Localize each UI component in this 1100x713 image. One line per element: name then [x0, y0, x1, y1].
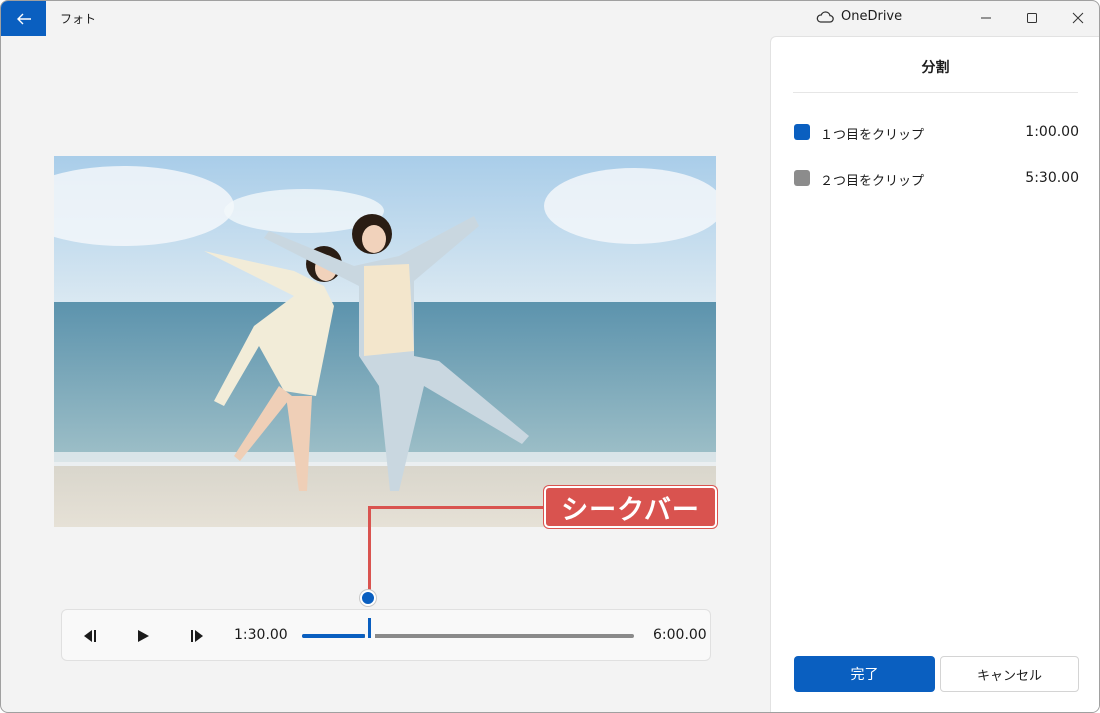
clip-row-2: ２つ目をクリップ 5:30.00 [794, 168, 1079, 189]
beach-photo-image [54, 156, 716, 527]
seek-bar-knob[interactable] [360, 590, 376, 606]
minimize-button[interactable] [963, 1, 1009, 35]
play-button[interactable] [132, 626, 154, 646]
seek-bar-handle[interactable] [368, 618, 371, 638]
clip-1-color-swatch [794, 124, 810, 140]
seekbar-callout-label: シークバー [544, 486, 717, 528]
maximize-icon [1027, 13, 1037, 23]
close-icon [1072, 12, 1084, 24]
onedrive-status[interactable]: OneDrive [816, 9, 902, 24]
cloud-icon [816, 10, 834, 23]
step-back-icon [84, 630, 96, 642]
total-time: 6:00.00 [653, 627, 707, 643]
callout-connector-horizontal [368, 506, 548, 509]
video-preview [54, 156, 716, 527]
playback-controls: 1:30.00 6:00.00 [61, 609, 711, 661]
clip-row-1: １つ目をクリップ 1:00.00 [794, 122, 1079, 143]
clip-1-label: １つ目をクリップ [820, 128, 925, 143]
photos-app-window: フォト OneDrive シークバー 1:30.00 6:00.00 分割 １つ… [0, 0, 1100, 713]
split-panel: 分割 １つ目をクリップ 1:00.00 ２つ目をクリップ 5:30.00 完了 … [770, 36, 1099, 712]
clip-2-label: ２つ目をクリップ [820, 174, 925, 189]
previous-frame-button[interactable] [78, 626, 100, 646]
panel-title: 分割 [921, 60, 950, 76]
back-button[interactable] [1, 1, 46, 36]
clip-2-color-swatch [794, 170, 810, 186]
clip-1-time: 1:00.00 [1025, 124, 1079, 140]
maximize-button[interactable] [1009, 1, 1055, 35]
callout-connector-vertical [368, 508, 371, 595]
current-time: 1:30.00 [234, 627, 288, 643]
done-button[interactable]: 完了 [794, 656, 935, 692]
back-arrow-icon [16, 13, 31, 24]
next-frame-button[interactable] [187, 626, 209, 646]
onedrive-label: OneDrive [841, 9, 903, 24]
clip-2-time: 5:30.00 [1025, 170, 1079, 186]
cancel-button[interactable]: キャンセル [940, 656, 1079, 692]
step-forward-icon [191, 630, 203, 642]
minimize-icon [981, 17, 991, 19]
play-icon [138, 630, 149, 642]
app-title: フォト [60, 12, 97, 26]
close-button[interactable] [1055, 1, 1099, 35]
panel-divider [793, 92, 1078, 93]
seek-bar-progress [302, 634, 365, 638]
